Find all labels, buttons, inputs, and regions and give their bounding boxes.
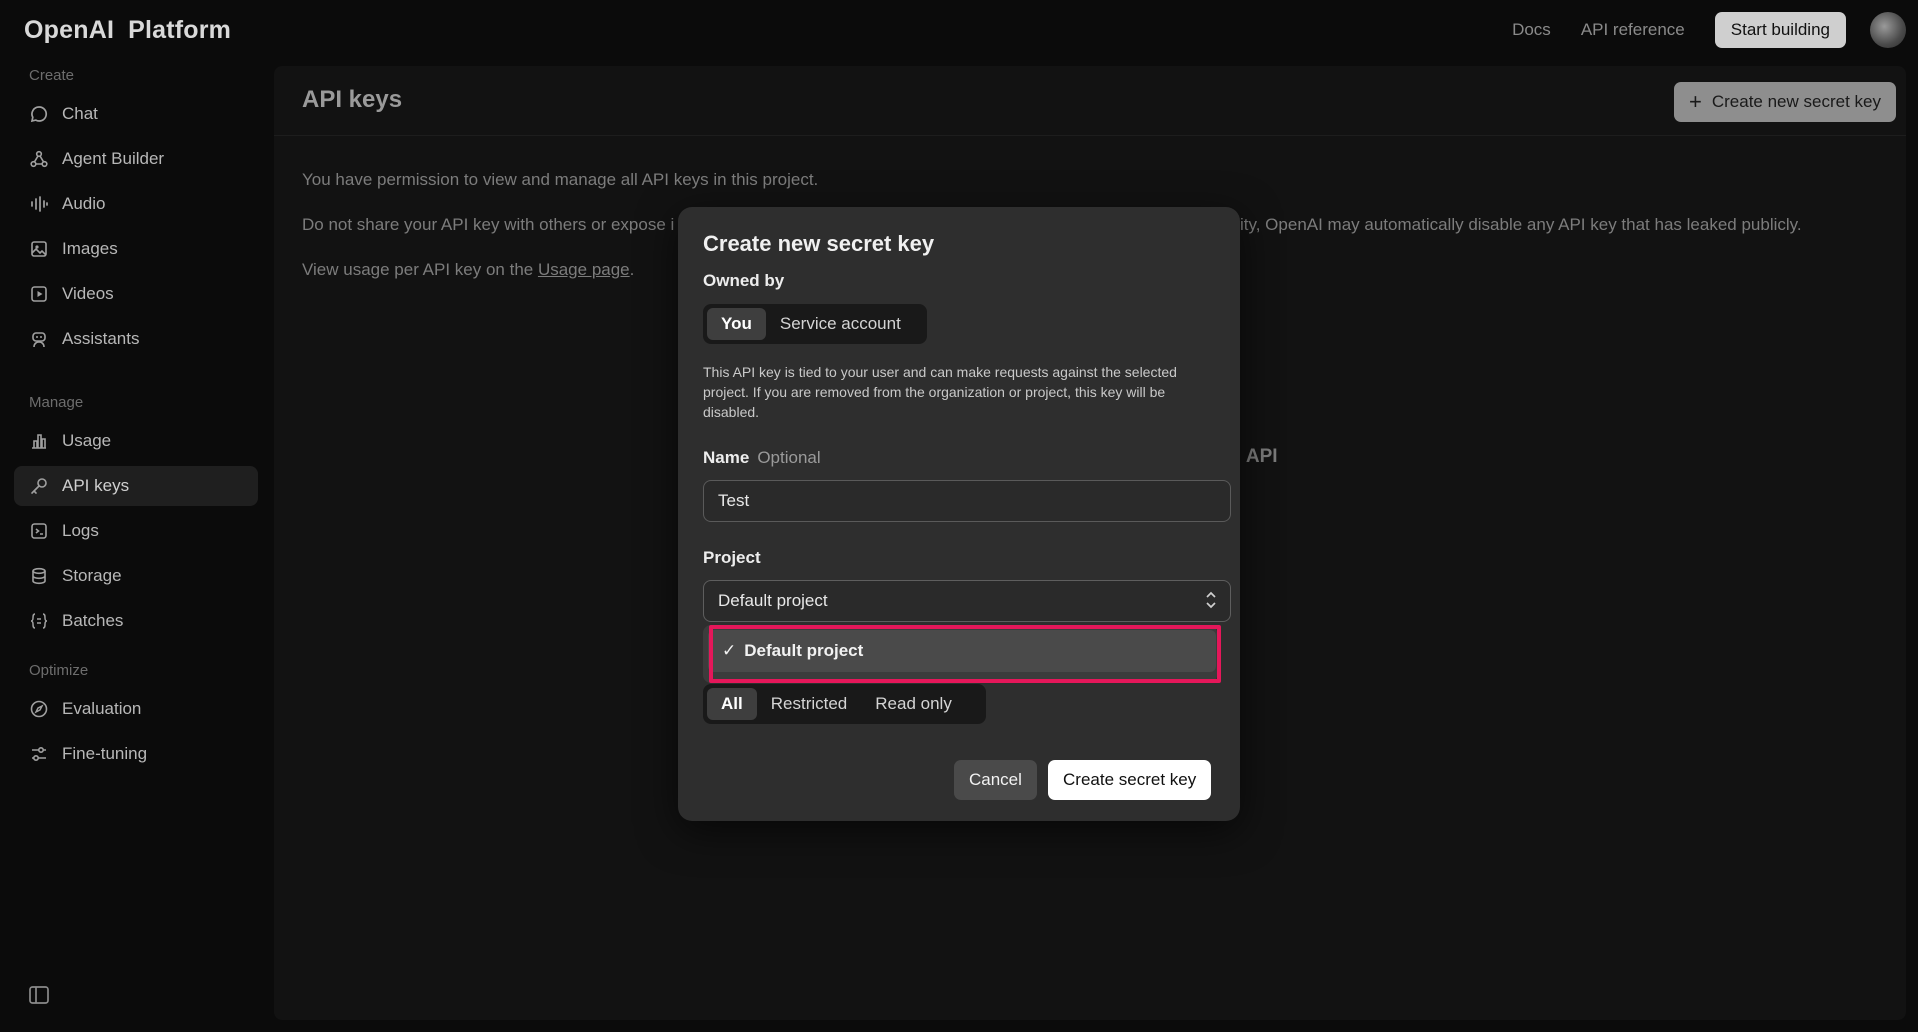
assistant-robot-icon (28, 328, 50, 350)
name-optional-hint: Optional (757, 448, 821, 467)
permission-text: You have permission to view and manage a… (302, 170, 819, 189)
dialog-title: Create new secret key (703, 231, 935, 256)
sidebar-item-assistants[interactable]: Assistants (14, 319, 258, 359)
sidebar-item-label: Agent Builder (62, 149, 165, 168)
sidebar-item-label: API keys (62, 476, 130, 495)
share-warning-text-start: Do not share your API key with others or… (302, 215, 675, 234)
video-icon (28, 283, 50, 305)
audio-wave-icon (28, 193, 50, 215)
sidebar-item-storage[interactable]: Storage (14, 556, 258, 596)
sidebar-item-label: Batches (62, 611, 124, 630)
owned-by-label: Owned by (703, 271, 785, 290)
terminal-icon (28, 520, 50, 542)
brand-name: OpenAI (24, 16, 115, 44)
owner-option-service-account[interactable]: Service account (766, 308, 915, 340)
sidebar-item-agent-builder[interactable]: Agent Builder (14, 139, 258, 179)
create-secret-key-button[interactable]: Create secret key (1048, 760, 1212, 800)
usage-text-suffix: . (629, 260, 635, 279)
sidebar-item-label: Storage (62, 566, 122, 585)
sidebar-collapse-icon[interactable] (28, 984, 50, 1006)
bar-chart-icon (28, 430, 50, 452)
avatar[interactable] (1870, 12, 1906, 48)
api-reference-link[interactable]: API reference (1581, 20, 1685, 40)
name-input[interactable]: Test (703, 480, 1231, 522)
share-warning-text-end: ity, OpenAI may automatically disable an… (1240, 215, 1802, 234)
sidebar-item-logs[interactable]: Logs (14, 511, 258, 551)
owner-option-you[interactable]: You (707, 308, 766, 340)
sidebar-item-label: Chat (62, 104, 98, 123)
sidebar-item-usage[interactable]: Usage (14, 421, 258, 461)
start-building-button[interactable]: Start building (1714, 12, 1846, 48)
project-select-value: Default project (718, 591, 828, 610)
usage-text-prefix: View usage per API key on the (302, 260, 538, 279)
sliders-icon (28, 743, 50, 765)
sidebar-item-images[interactable]: Images (14, 229, 258, 269)
image-icon (28, 238, 50, 260)
cancel-button[interactable]: Cancel (954, 760, 1037, 800)
permission-option-restricted[interactable]: Restricted (757, 688, 862, 720)
permission-option-all[interactable]: All (707, 688, 757, 720)
section-create: Create (29, 67, 75, 84)
section-optimize: Optimize (29, 662, 89, 679)
project-select[interactable]: Default project (703, 580, 1231, 622)
permission-option-read-only[interactable]: Read only (861, 688, 966, 720)
owner-toggle: You Service account (703, 304, 927, 344)
chevron-up-down-icon (1204, 589, 1218, 611)
agent-builder-icon (28, 148, 50, 170)
sidebar-item-label: Fine-tuning (62, 744, 148, 763)
project-label: Project (703, 548, 761, 567)
sidebar-item-api-keys[interactable]: API keys (14, 466, 258, 506)
sidebar-item-label: Evaluation (62, 699, 142, 718)
usage-text: View usage per API key on the Usage page… (302, 260, 634, 280)
sidebar: Create Chat Agent Builder Audio Images V… (0, 64, 270, 1032)
name-label-text: Name (703, 448, 750, 467)
name-label: Name Optional (703, 448, 821, 468)
usage-page-link[interactable]: Usage page (538, 260, 630, 279)
dropdown-option-default-project[interactable]: ✓ Default project (708, 630, 1216, 672)
brand-product: Platform (128, 16, 232, 44)
background-heading-fragment: I API (1236, 446, 1278, 467)
top-bar: OpenAI Platform Docs API reference Start … (0, 0, 1918, 64)
sidebar-item-fine-tuning[interactable]: Fine-tuning (14, 734, 258, 774)
page-title: API keys (302, 86, 403, 113)
create-new-secret-key-label: Create new secret key (1711, 92, 1881, 111)
plus-icon: + (1689, 89, 1702, 114)
sidebar-item-chat[interactable]: Chat (14, 94, 258, 134)
dropdown-option-label: Default project (744, 641, 864, 660)
sidebar-item-evaluation[interactable]: Evaluation (14, 689, 258, 729)
create-secret-key-dialog: Create new secret key Owned by You Servi… (678, 207, 1240, 821)
chat-bubble-icon (28, 103, 50, 125)
sidebar-item-batches[interactable]: Batches (14, 601, 258, 641)
sidebar-item-label: Logs (62, 521, 99, 540)
project-dropdown-menu: ✓ Default project (703, 625, 1217, 683)
sidebar-item-label: Images (62, 239, 118, 258)
brand-logo[interactable]: OpenAI Platform (24, 16, 231, 45)
header-divider (274, 135, 1906, 136)
key-icon (28, 475, 50, 497)
database-icon (28, 565, 50, 587)
sidebar-item-label: Assistants (62, 329, 140, 348)
docs-link[interactable]: Docs (1512, 20, 1551, 40)
sidebar-item-label: Usage (62, 431, 112, 450)
section-manage: Manage (29, 394, 84, 411)
sidebar-item-videos[interactable]: Videos (14, 274, 258, 314)
owner-description: This API key is tied to your user and ca… (703, 364, 1177, 420)
permissions-toggle: All Restricted Read only (703, 684, 986, 724)
compass-icon (28, 698, 50, 720)
top-links: Docs API reference Start building (1512, 12, 1866, 48)
braces-icon (28, 610, 50, 632)
sidebar-item-label: Videos (62, 284, 114, 303)
sidebar-item-audio[interactable]: Audio (14, 184, 258, 224)
create-new-secret-key-button[interactable]: + Create new secret key (1674, 82, 1896, 122)
sidebar-item-label: Audio (62, 194, 106, 213)
check-icon: ✓ (722, 641, 737, 660)
